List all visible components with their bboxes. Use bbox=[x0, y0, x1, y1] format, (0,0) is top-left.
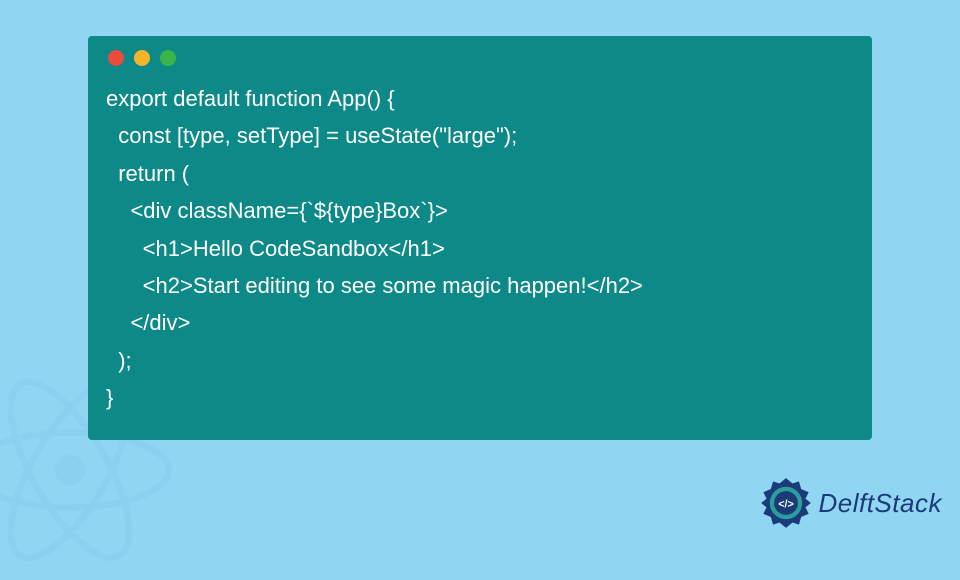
code-window: export default function App() { const [t… bbox=[88, 36, 872, 440]
close-icon bbox=[108, 50, 124, 66]
svg-text:</>: </> bbox=[778, 498, 794, 510]
maximize-icon bbox=[160, 50, 176, 66]
delftstack-badge-icon: </> bbox=[759, 476, 813, 530]
brand-logo: </> DelftStack bbox=[759, 476, 943, 530]
minimize-icon bbox=[134, 50, 150, 66]
window-controls bbox=[108, 50, 854, 66]
code-content: export default function App() { const [t… bbox=[106, 80, 854, 417]
brand-name: DelftStack bbox=[819, 488, 943, 519]
